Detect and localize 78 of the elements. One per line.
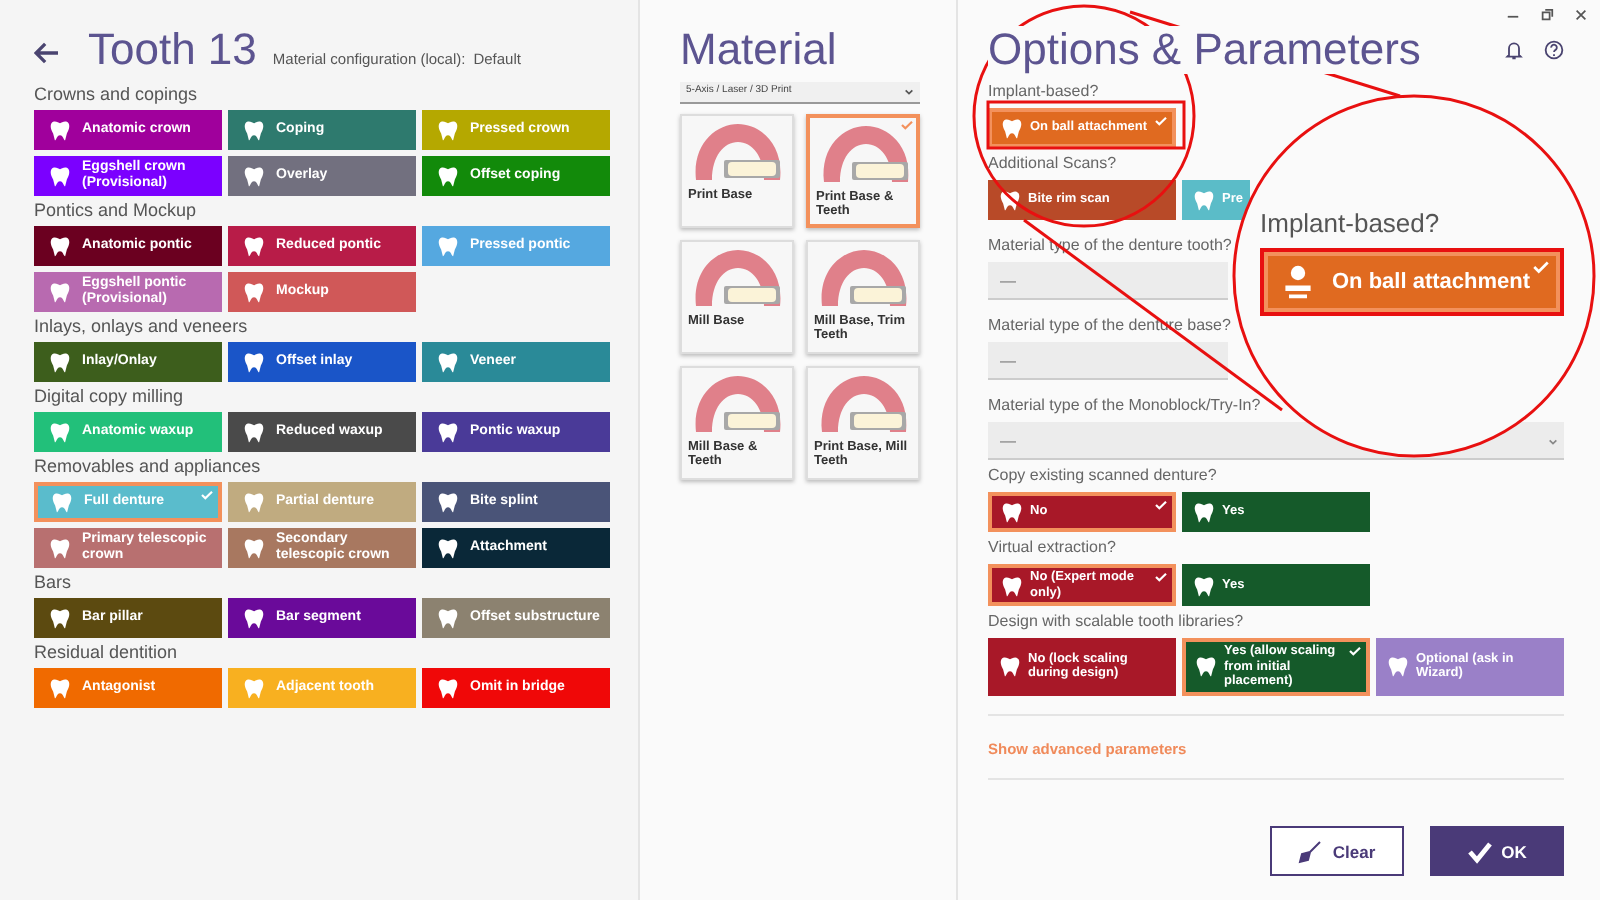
tooth-icon [242, 118, 266, 142]
tooth-icon [242, 420, 266, 444]
ok-button[interactable]: OK [1430, 826, 1564, 876]
tooth-icon [436, 536, 460, 560]
tooth-icon [1386, 654, 1410, 679]
tooth-icon [48, 536, 72, 560]
close-icon[interactable] [1574, 8, 1588, 22]
tooth-icon [48, 118, 72, 142]
check-icon [1154, 572, 1168, 582]
tooth-icon [242, 490, 266, 514]
question-label: Copy existing scanned denture? [988, 466, 1217, 484]
tooth-icon [1000, 500, 1024, 524]
tooth-icon [242, 350, 266, 374]
question-label: Material type of the Monoblock/Try-In? [988, 396, 1261, 414]
tooth-icon [998, 654, 1022, 679]
page-title: Tooth 13 [88, 24, 257, 76]
clear-button[interactable]: Clear [1270, 826, 1404, 876]
category-heading: Bars [34, 572, 74, 592]
back-arrow-icon[interactable] [34, 42, 60, 64]
tooth-icon [242, 536, 266, 560]
tooth-icon [436, 118, 460, 142]
category-heading: Residual dentition [34, 642, 180, 662]
ball-attachment-icon [1280, 264, 1316, 300]
tooth-icon [242, 280, 266, 304]
category-heading: Crowns and copings [34, 84, 200, 104]
chevron-down-icon [904, 88, 914, 96]
material-type-dropdown[interactable]: — [988, 342, 1228, 380]
question-label: Design with scalable tooth libraries? [988, 612, 1244, 630]
check-icon [1467, 839, 1492, 863]
magnified-question-label: Implant-based? [1260, 208, 1440, 238]
category-heading: Pontics and Mockup [34, 200, 199, 220]
tooth-icon [436, 164, 460, 188]
tooth-icon [1000, 116, 1024, 140]
tooth-icon [242, 606, 266, 630]
category-heading: Removables and appliances [34, 456, 263, 476]
check-icon [900, 120, 914, 130]
check-icon [1532, 260, 1550, 274]
tooth-icon [242, 234, 266, 258]
tooth-icon [48, 234, 72, 258]
check-icon [1154, 500, 1168, 510]
tooth-icon [1192, 188, 1216, 212]
magnified-option-button[interactable]: On ball attachment [1260, 248, 1564, 316]
tooth-icon [1192, 500, 1216, 524]
material-title: Material [680, 24, 837, 74]
tooth-icon [1192, 573, 1216, 597]
options-title: Options & Parameters [988, 26, 1421, 74]
check-icon [1348, 646, 1362, 656]
tooth-icon [1000, 573, 1024, 597]
tooth-icon [436, 234, 460, 258]
tooth-icon [48, 606, 72, 630]
tooth-icon [436, 606, 460, 630]
tooth-icon [48, 280, 72, 304]
help-icon[interactable] [1544, 40, 1564, 60]
category-heading: Digital copy milling [34, 386, 186, 406]
tooth-icon [242, 164, 266, 188]
tooth-icon [436, 420, 460, 444]
check-icon [1154, 116, 1168, 126]
category-heading: Inlays, onlays and veneers [34, 316, 250, 336]
tooth-icon [48, 676, 72, 700]
tooth-icon [998, 188, 1022, 212]
tooth-icon [1194, 654, 1218, 679]
check-icon [200, 490, 214, 500]
tooth-icon [48, 164, 72, 188]
bell-icon[interactable] [1504, 40, 1524, 60]
material-type-dropdown[interactable]: — [988, 262, 1228, 300]
tooth-icon [50, 490, 74, 514]
restore-icon[interactable] [1540, 8, 1554, 22]
chevron-down-icon [1548, 438, 1558, 446]
tooth-icon [436, 490, 460, 514]
tooth-icon [242, 676, 266, 700]
broom-icon [1298, 839, 1323, 863]
tooth-icon [48, 420, 72, 444]
question-label: Additional Scans? [988, 154, 1117, 172]
tooth-icon [436, 350, 460, 374]
question-label: Virtual extraction? [988, 538, 1116, 556]
question-label: Implant-based? [988, 82, 1099, 100]
tooth-icon [436, 676, 460, 700]
tooth-icon [48, 350, 72, 374]
